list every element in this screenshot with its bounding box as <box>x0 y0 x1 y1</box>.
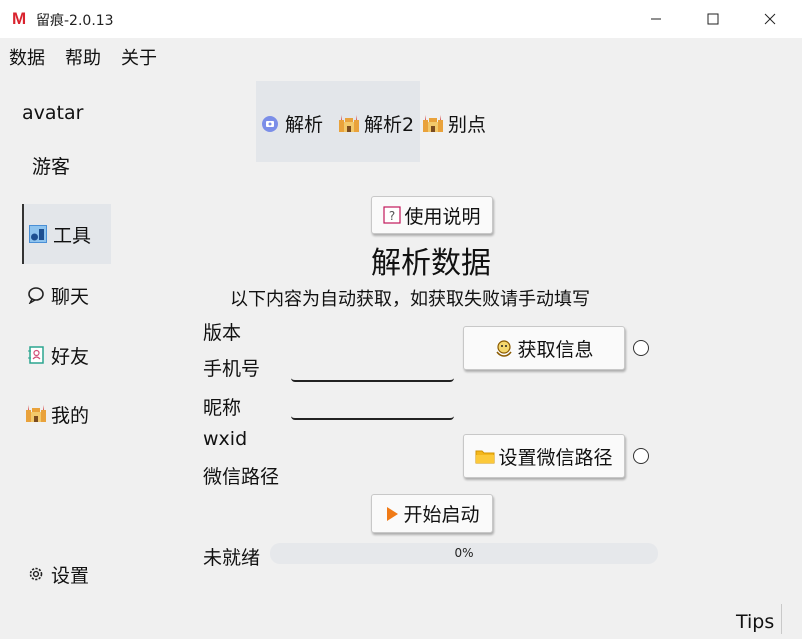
start-button-label: 开始启动 <box>403 504 480 526</box>
menu-about[interactable]: 关于 <box>121 44 157 70</box>
page-title: 解析数据 <box>371 246 491 281</box>
nickname-label: 昵称 <box>203 397 242 419</box>
tab-label: 解析2 <box>364 114 415 136</box>
gear-icon <box>26 564 46 584</box>
avatar[interactable]: avatar <box>22 102 83 124</box>
user-name: 游客 <box>32 156 71 178</box>
svg-text:?: ? <box>389 209 395 223</box>
window-title: 留痕-2.0.13 <box>36 13 114 29</box>
set-wechat-path-button[interactable]: 设置微信路径 <box>463 434 625 478</box>
tab-other[interactable]: 别点 <box>423 110 486 137</box>
menu-help[interactable]: 帮助 <box>65 44 101 70</box>
tab-parse2[interactable]: 解析2 <box>339 110 414 137</box>
wechat-path-label: 微信路径 <box>203 466 280 488</box>
sidebar-item-settings[interactable]: 设置 <box>22 544 111 604</box>
sidebar-item-mine[interactable]: 我的 <box>22 384 111 444</box>
help-button-label: 使用说明 <box>404 205 481 228</box>
get-info-button-label: 获取信息 <box>517 338 594 361</box>
menu-data[interactable]: 数据 <box>9 44 45 70</box>
get-info-button[interactable]: 获取信息 <box>463 326 625 370</box>
chat-bubble-icon <box>26 285 46 305</box>
page-subtitle: 以下内容为自动获取，如获取失败请手动填写 <box>230 289 590 310</box>
start-button[interactable]: 开始启动 <box>371 494 493 533</box>
app-logo: M <box>12 9 27 28</box>
info-status-radio[interactable] <box>633 340 649 356</box>
path-status-radio[interactable] <box>633 448 649 464</box>
version-label: 版本 <box>203 322 242 344</box>
help-button[interactable]: ? 使用说明 <box>371 196 493 234</box>
sidebar-item-friends[interactable]: 好友 <box>22 325 111 385</box>
contacts-book-icon <box>26 345 46 365</box>
tab-parse[interactable]: 解析 <box>260 110 323 137</box>
divider <box>781 604 782 634</box>
sidebar-item-label: 聊天 <box>51 285 90 308</box>
minimize-icon <box>651 18 661 20</box>
phone-label: 手机号 <box>203 358 261 380</box>
sidebar-item-label: 设置 <box>51 564 90 587</box>
play-icon <box>384 506 400 522</box>
castle-icon <box>423 114 443 134</box>
close-button[interactable] <box>741 0 799 38</box>
hands-icon <box>494 338 514 358</box>
nickname-input[interactable] <box>291 396 454 420</box>
sidebar-item-label: 好友 <box>51 345 90 368</box>
set-path-button-label: 设置微信路径 <box>498 446 613 469</box>
tab-label: 别点 <box>448 114 487 136</box>
tab-label: 解析 <box>285 114 324 136</box>
maximize-icon <box>707 13 719 25</box>
folder-icon <box>475 448 495 464</box>
maximize-button[interactable] <box>684 0 742 38</box>
question-icon: ? <box>383 206 402 224</box>
status-label: 未就绪 <box>203 547 261 569</box>
progress-text: 0% <box>454 546 474 560</box>
close-icon <box>764 13 776 25</box>
phone-input[interactable] <box>291 358 454 382</box>
tips-label[interactable]: Tips <box>736 611 774 633</box>
castle-icon <box>26 404 46 424</box>
castle-icon <box>339 114 359 134</box>
minimize-button[interactable] <box>627 0 685 38</box>
wxid-label: wxid <box>203 428 248 450</box>
disk-icon <box>260 114 280 134</box>
sidebar-item-label: 我的 <box>51 404 90 427</box>
